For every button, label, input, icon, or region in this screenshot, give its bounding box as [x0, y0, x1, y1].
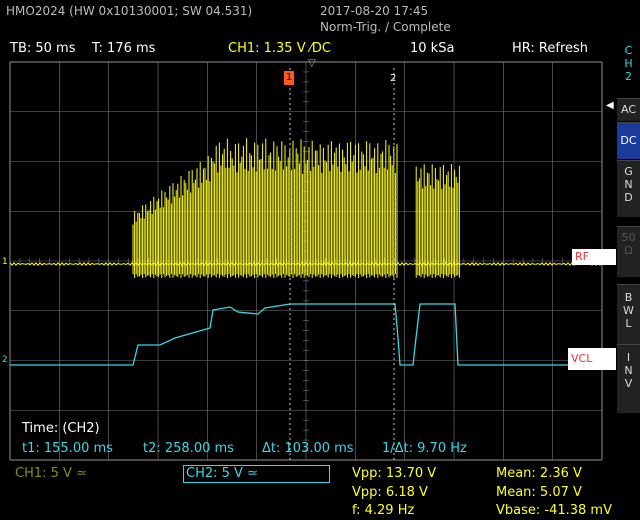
- ac-coupling-button[interactable]: AC: [617, 98, 640, 121]
- ch2-mean: Mean: 5.07 V: [496, 485, 582, 500]
- ch2-vpp: Vpp: 6.18 V: [352, 485, 428, 500]
- acquisition-mode[interactable]: HR: Refresh: [512, 41, 588, 56]
- cursor-readout-title: Time: (CH2): [22, 421, 100, 436]
- trigger-time[interactable]: T: 176 ms: [92, 41, 155, 56]
- cursor-inverse-delta-t: 1/Δt: 9.70 Hz: [382, 441, 467, 456]
- ch1-scale[interactable]: CH1: 5 V ≃: [15, 466, 87, 481]
- ch1-vpp: Vpp: 13.70 V: [352, 466, 437, 481]
- ch2-ground-marker[interactable]: 2: [2, 355, 8, 365]
- ch1-rf-bursts: [132, 138, 460, 278]
- trigger-position-marker[interactable]: 1: [284, 71, 294, 85]
- 50-ohm-button[interactable]: 50 Ω: [617, 226, 640, 277]
- gnd-button[interactable]: GND: [617, 160, 640, 217]
- cursor-2-label: 2: [390, 73, 397, 84]
- timebase[interactable]: TB: 50 ms: [10, 41, 75, 56]
- datetime: 2017-08-20 17:45: [320, 4, 429, 18]
- center-marker-icon: ▽: [308, 58, 316, 69]
- device-info: HMO2024 (HW 0x10130001; SW 04.531): [6, 4, 253, 18]
- waveform-display[interactable]: [0, 60, 606, 462]
- cursor-t2: t2: 258.00 ms: [143, 441, 234, 456]
- frequency: f: 4.29 Hz: [352, 503, 415, 518]
- scroll-left-arrow-icon: ◀: [606, 100, 614, 111]
- invert-button[interactable]: INV: [617, 344, 640, 413]
- sample-rate[interactable]: 10 kSa: [410, 41, 454, 56]
- ch1-ground-marker[interactable]: 1: [2, 257, 8, 267]
- vcl-label: VCL: [568, 348, 616, 370]
- cursor-delta-t: Δt: 103.00 ms: [262, 441, 354, 456]
- ch2-scale[interactable]: CH2: 5 V ≃: [186, 466, 258, 481]
- vbase: Vbase: -41.38 mV: [496, 503, 612, 518]
- bwl-button[interactable]: BWL: [617, 284, 640, 347]
- channel-menu-title: CH2: [617, 44, 640, 94]
- trigger-status: Norm-Trig. / Complete: [320, 20, 451, 34]
- cursor-t1: t1: 155.00 ms: [22, 441, 113, 456]
- ch1-mean: Mean: 2.36 V: [496, 466, 582, 481]
- dc-coupling-button[interactable]: DC: [617, 122, 640, 159]
- ch1-trigger-setting[interactable]: CH1: 1.35 V ⁄DC: [228, 41, 331, 56]
- rf-label: RF: [572, 249, 616, 265]
